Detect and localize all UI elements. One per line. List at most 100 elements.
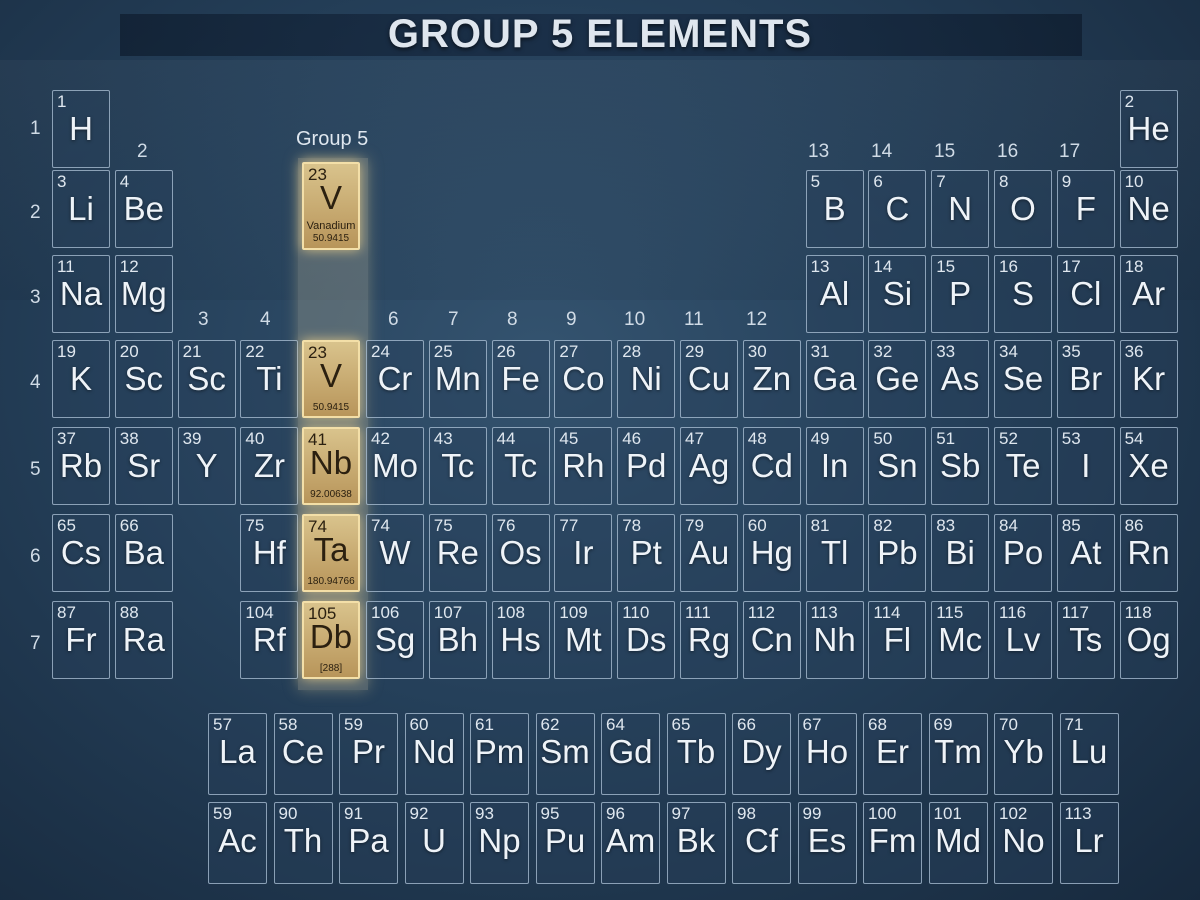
element-cell[interactable]: 9F (1056, 170, 1115, 248)
element-cell[interactable]: 74 Ta 180.94766 (302, 514, 360, 592)
element-cell[interactable]: 98 Cf (732, 802, 791, 884)
element-cell[interactable]: 43 Tc (428, 427, 487, 505)
element-cell[interactable]: 116 Lv (994, 601, 1052, 679)
element-cell[interactable]: 97 Bk (666, 802, 726, 884)
element-cell[interactable]: 23 V Vanadium 50.9415 (302, 162, 360, 250)
element-cell[interactable]: 75 Hf (240, 514, 299, 592)
element-cell[interactable]: 4 Be (114, 170, 173, 248)
element-cell[interactable]: 45 Rh (554, 427, 613, 505)
element-cell[interactable]: 67 Ho (797, 713, 857, 795)
element-cell[interactable]: 17 Cl (1056, 255, 1115, 333)
element-cell[interactable]: 18 Ar (1119, 255, 1178, 333)
element-cell[interactable]: 50 Sn (868, 427, 927, 505)
element-cell[interactable]: 112 Cn (742, 601, 801, 679)
element-cell[interactable]: 54 Xe (1119, 427, 1178, 505)
element-cell[interactable]: 64 Gd (601, 713, 660, 795)
element-cell[interactable]: 37 Rb (52, 427, 110, 505)
element-cell[interactable]: 42 Mo (366, 427, 424, 505)
element-cell[interactable]: 26 Fe (491, 340, 550, 418)
element-cell[interactable]: 36 Kr (1119, 340, 1178, 418)
element-cell[interactable]: 62 Sm (535, 713, 595, 795)
element-cell[interactable]: 78 Pt (617, 514, 676, 592)
element-cell[interactable]: 86 Rn (1119, 514, 1178, 592)
element-cell[interactable]: 59 Pr (339, 713, 398, 795)
element-cell[interactable]: 114 Fl (868, 601, 927, 679)
element-cell[interactable]: 35 Br (1056, 340, 1115, 418)
element-cell[interactable]: 3 Li (52, 170, 110, 248)
element-cell[interactable]: 70 Yb (994, 713, 1053, 795)
element-cell[interactable]: 69 Tm (928, 713, 988, 795)
element-cell[interactable]: 85 At (1056, 514, 1115, 592)
element-cell[interactable]: 7N (931, 170, 990, 248)
element-cell[interactable]: 68 Er (863, 713, 922, 795)
element-cell[interactable]: 104 Rf (240, 601, 299, 679)
element-cell[interactable]: 61 Pm (470, 713, 529, 795)
element-cell[interactable]: 60 Hg (742, 514, 801, 592)
element-cell[interactable]: 79 Au (680, 514, 738, 592)
element-cell[interactable]: 99 Es (797, 802, 857, 884)
element-cell[interactable]: 81 Tl (805, 514, 864, 592)
element-cell[interactable]: 91 Pa (339, 802, 398, 884)
element-cell[interactable]: 28 Ni (617, 340, 676, 418)
element-cell[interactable]: 21 Sc (177, 340, 236, 418)
element-cell[interactable]: 16 S (994, 255, 1052, 333)
element-cell[interactable]: 77 Ir (554, 514, 613, 592)
element-cell[interactable]: 27 Co (554, 340, 613, 418)
element-cell[interactable]: 2 He (1119, 90, 1178, 168)
element-cell[interactable]: 10 Ne (1119, 170, 1178, 248)
element-cell[interactable]: 107 Bh (428, 601, 487, 679)
element-cell[interactable]: 101 Md (928, 802, 988, 884)
element-cell[interactable]: 118 Og (1119, 601, 1178, 679)
element-cell[interactable]: 100 Fm (863, 802, 922, 884)
element-cell[interactable]: 87 Fr (52, 601, 110, 679)
element-cell[interactable]: 76 Os (491, 514, 550, 592)
element-cell[interactable]: 96 Am (601, 802, 660, 884)
element-cell[interactable]: 75 Re (428, 514, 487, 592)
element-cell[interactable]: 24 Cr (366, 340, 424, 418)
element-cell[interactable]: 12 Mg (114, 255, 173, 333)
element-cell[interactable]: 66 Ba (114, 514, 173, 592)
element-cell[interactable]: 60 Nd (404, 713, 464, 795)
element-cell[interactable]: 15 P (931, 255, 990, 333)
element-cell[interactable]: 44 Tc (491, 427, 550, 505)
element-cell[interactable]: 29 Cu (680, 340, 738, 418)
element-cell[interactable]: 111 Rg (680, 601, 738, 679)
element-cell[interactable]: 32 Ge (868, 340, 927, 418)
element-cell[interactable]: 65 Cs (52, 514, 110, 592)
element-cell[interactable]: 113 Nh (805, 601, 864, 679)
element-cell[interactable]: 11 Na (52, 255, 110, 333)
element-cell[interactable]: 66 Dy (732, 713, 791, 795)
element-cell[interactable]: 19 K (52, 340, 110, 418)
element-cell[interactable]: 74 W (366, 514, 424, 592)
element-cell[interactable]: 33 As (931, 340, 990, 418)
element-cell[interactable]: 40 Zr (240, 427, 299, 505)
element-cell[interactable]: 82 Pb (868, 514, 927, 592)
element-cell[interactable]: 102 No (994, 802, 1053, 884)
element-cell[interactable]: 49 In (805, 427, 864, 505)
element-cell[interactable]: 6C (868, 170, 927, 248)
element-cell[interactable]: 39 Y (177, 427, 236, 505)
element-cell[interactable]: 95 Pu (535, 802, 595, 884)
element-cell[interactable]: 115 Mc (931, 601, 990, 679)
element-cell[interactable]: 110 Ds (617, 601, 676, 679)
element-cell[interactable]: 20 Sc (114, 340, 173, 418)
element-cell[interactable]: 5B (805, 170, 864, 248)
element-cell[interactable]: 84 Po (994, 514, 1052, 592)
element-cell[interactable]: 31 Ga (805, 340, 864, 418)
element-cell[interactable]: 105 Db [288] (302, 601, 360, 679)
element-cell[interactable]: 30 Zn (742, 340, 801, 418)
element-cell[interactable]: 23 V 50.9415 (302, 340, 360, 418)
element-cell[interactable]: 25 Mn (428, 340, 487, 418)
element-cell[interactable]: 109 Mt (554, 601, 613, 679)
element-cell[interactable]: 93 Np (470, 802, 529, 884)
element-cell[interactable]: 57 La (208, 713, 267, 795)
element-cell[interactable]: 108 Hs (491, 601, 550, 679)
element-cell[interactable]: 92 U (404, 802, 464, 884)
element-cell[interactable]: 53 I (1056, 427, 1115, 505)
element-cell[interactable]: 38 Sr (114, 427, 173, 505)
element-cell[interactable]: 117 Ts (1056, 601, 1115, 679)
element-cell[interactable]: 52 Te (994, 427, 1052, 505)
element-cell[interactable]: 8O (994, 170, 1052, 248)
element-cell[interactable]: 1H (52, 90, 110, 168)
element-cell[interactable]: 46 Pd (617, 427, 676, 505)
